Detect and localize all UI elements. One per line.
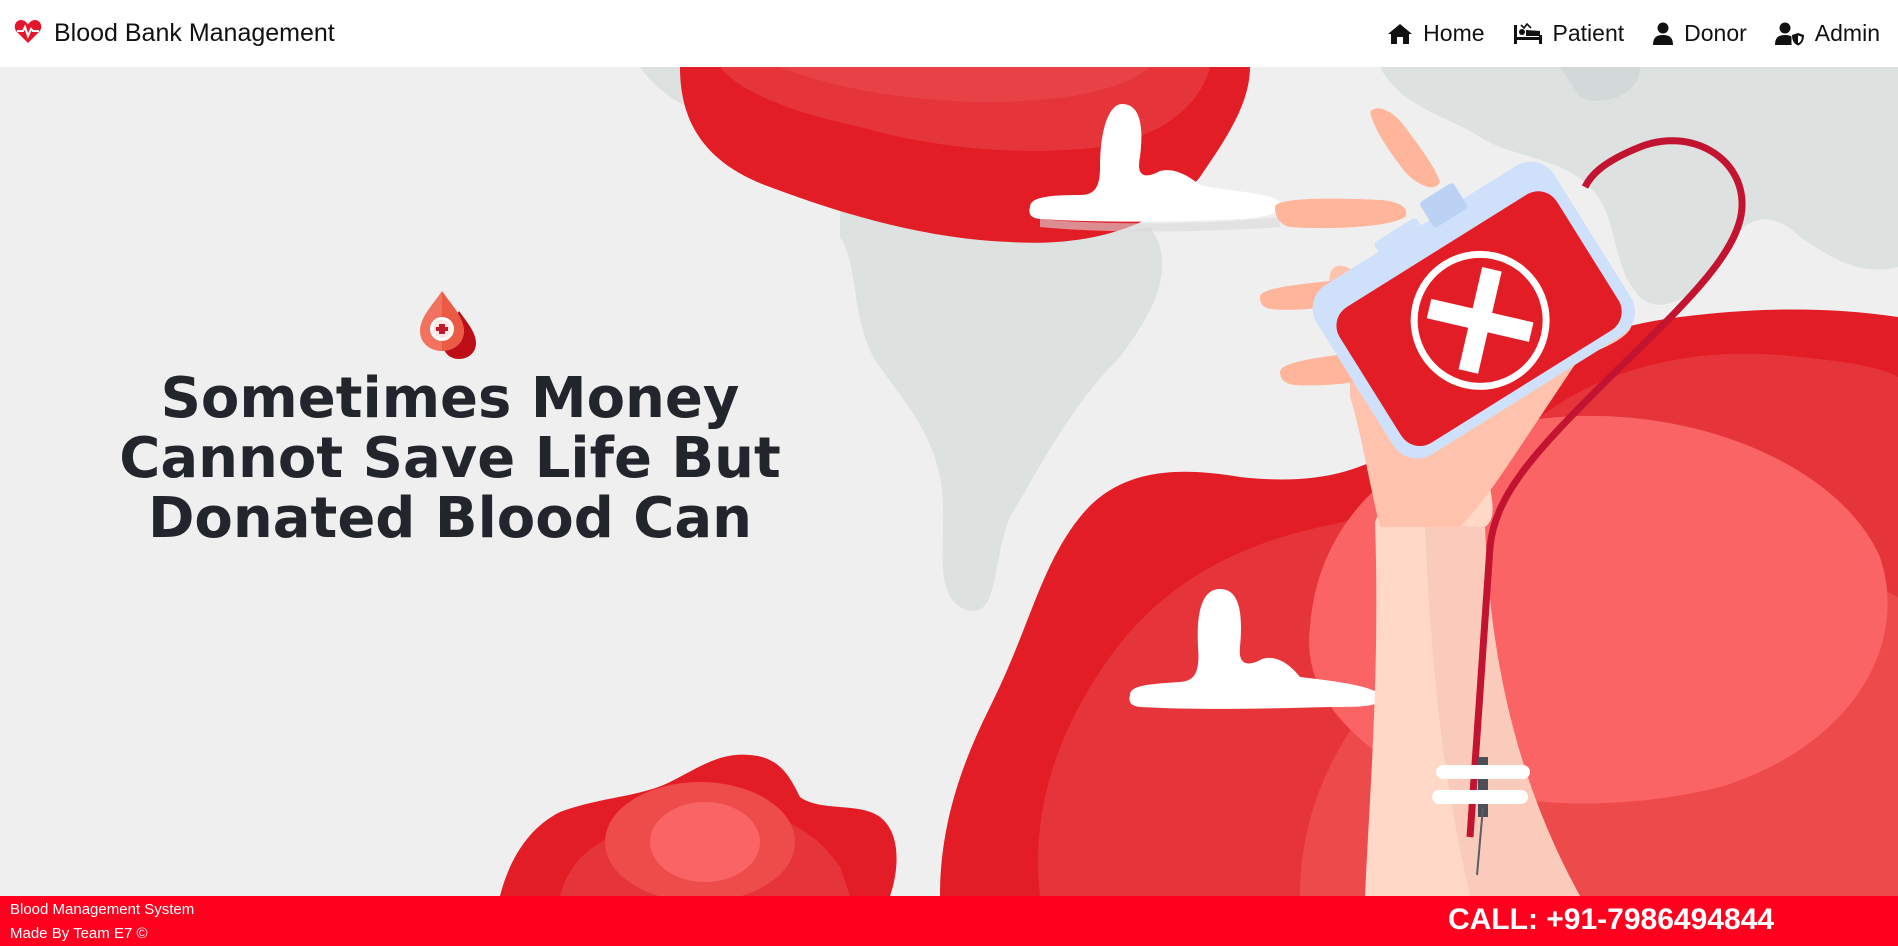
- nav-home-label: Home: [1423, 20, 1485, 46]
- user-icon: [1652, 22, 1674, 46]
- user-shield-icon: [1774, 22, 1805, 46]
- nav-patient-label: Patient: [1552, 20, 1625, 46]
- nav-patient[interactable]: Patient: [1513, 20, 1625, 47]
- nav-home[interactable]: Home: [1387, 20, 1485, 47]
- nav-donor[interactable]: Donor: [1652, 20, 1747, 47]
- nav-admin-label: Admin: [1814, 20, 1880, 46]
- patient-bed-icon: [1513, 22, 1543, 45]
- footer-call-number: CALL: +91-7986494844: [1447, 903, 1774, 936]
- nav-donor-label: Donor: [1684, 20, 1747, 46]
- navbar: Blood Bank Management Home Patient Donor…: [0, 0, 1898, 67]
- nav-links: Home Patient Donor Admin: [1387, 20, 1884, 47]
- hero-section: Sometimes Money Cannot Save Life But Don…: [0, 67, 1898, 896]
- footer: Blood Management System Made By Team E7 …: [0, 896, 1898, 946]
- hero-headline: Sometimes Money Cannot Save Life But Don…: [119, 366, 781, 551]
- brand-title: Blood Bank Management: [54, 19, 335, 47]
- nav-admin[interactable]: Admin: [1774, 20, 1880, 47]
- home-icon: [1387, 23, 1413, 45]
- footer-info: Blood Management System Made By Team E7 …: [10, 898, 194, 946]
- hero-text: Sometimes Money Cannot Save Life But Don…: [40, 287, 860, 549]
- footer-title: Blood Management System: [10, 901, 195, 918]
- footer-credit: Made By Team E7 ©: [10, 925, 148, 942]
- brand[interactable]: Blood Bank Management: [14, 18, 335, 49]
- blood-drop-icon: [40, 287, 860, 359]
- heart-pulse-icon: [14, 18, 42, 49]
